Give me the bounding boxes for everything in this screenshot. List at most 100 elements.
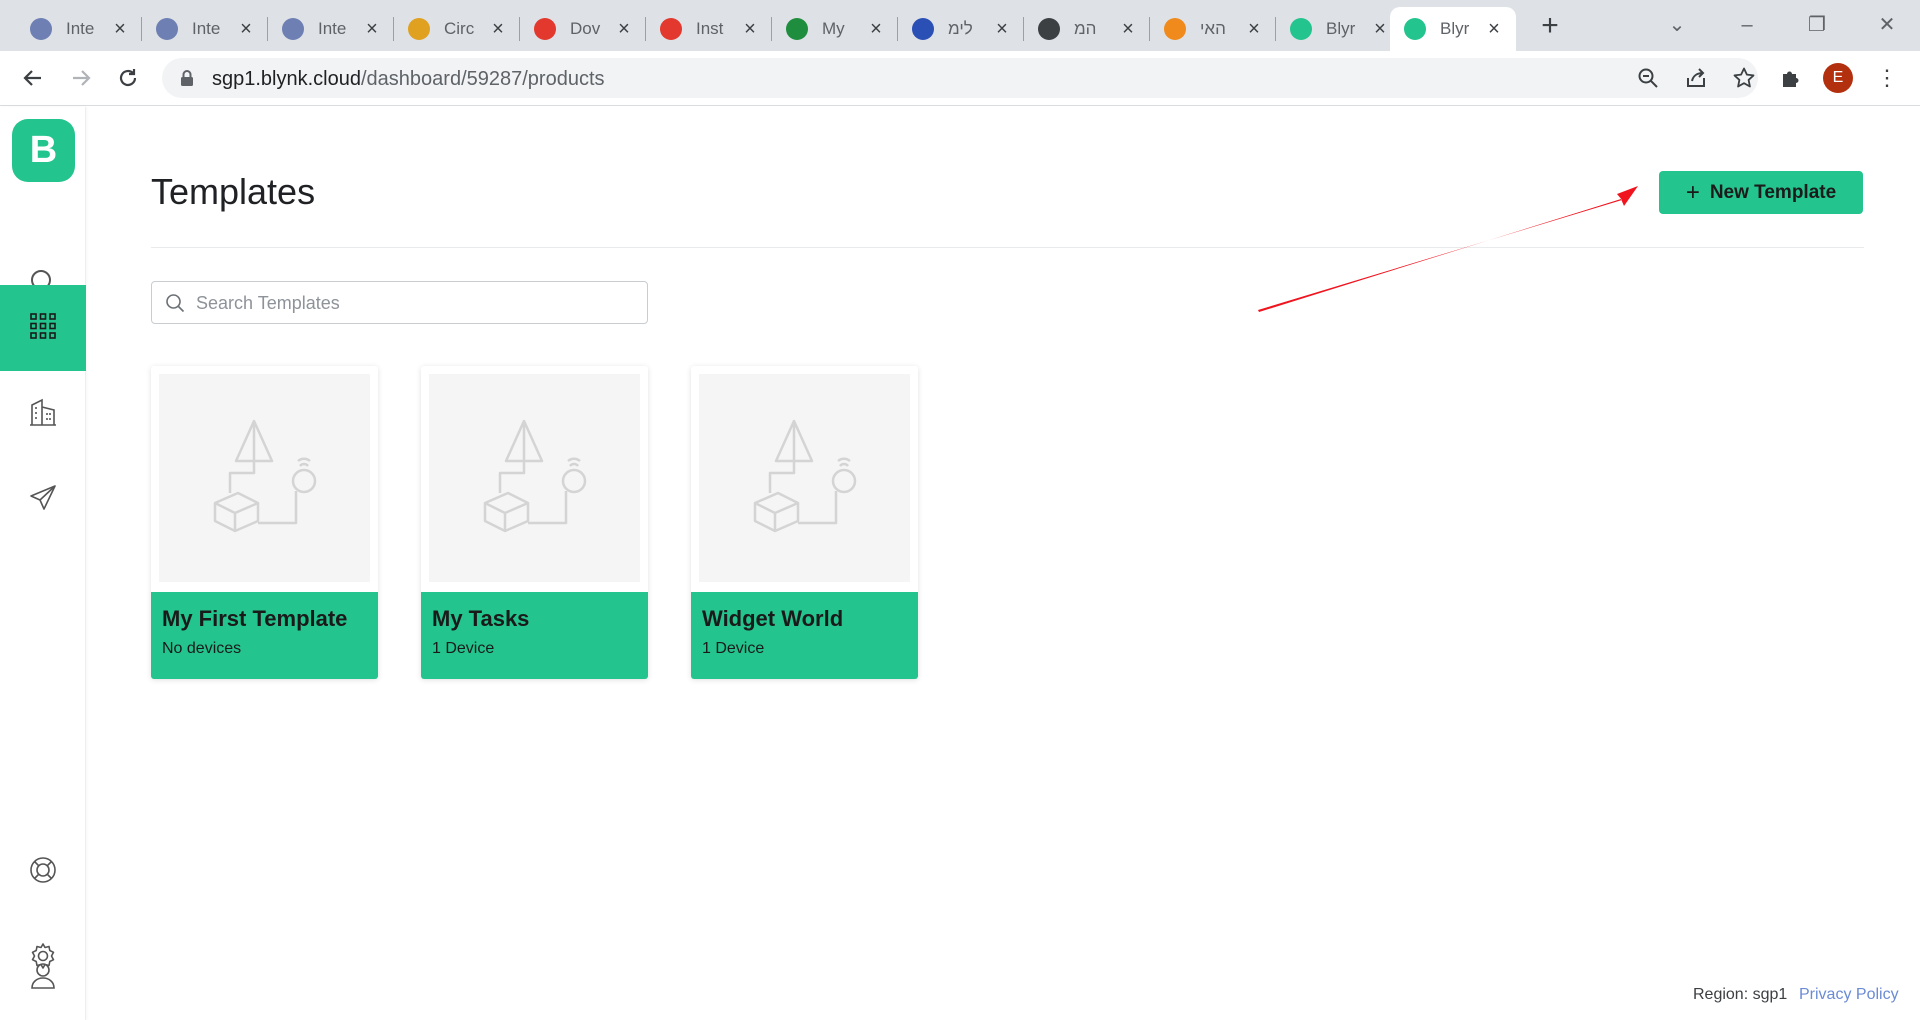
back-arrow-icon[interactable] xyxy=(16,61,50,95)
template-card[interactable]: Widget World 1 Device xyxy=(691,366,918,679)
region-label: Region: sgp1 xyxy=(1693,986,1788,1003)
privacy-policy-link[interactable]: Privacy Policy xyxy=(1799,986,1899,1004)
browser-tab-title: Blyr xyxy=(1326,19,1356,38)
blynk-icon xyxy=(1290,18,1312,40)
search-icon xyxy=(165,293,185,318)
browser-tab[interactable]: Inst × xyxy=(646,7,772,51)
template-card-footer: Widget World 1 Device xyxy=(691,592,918,679)
restore-window-button[interactable]: ❐ xyxy=(1802,10,1832,40)
template-card[interactable]: My Tasks 1 Device xyxy=(421,366,648,679)
close-tab-icon[interactable]: × xyxy=(236,19,256,39)
browser-tab-title: Circ xyxy=(444,19,475,38)
address-url: sgp1.blynk.cloud/dashboard/59287/product… xyxy=(212,68,605,90)
browser-tab[interactable]: Inte × xyxy=(16,7,142,51)
browser-tab-title: Inte xyxy=(192,19,221,38)
browser-tab[interactable]: המ × xyxy=(1024,7,1150,51)
address-bar[interactable]: sgp1.blynk.cloud/dashboard/59287/product… xyxy=(162,58,1758,98)
minimize-window-button[interactable]: – xyxy=(1732,10,1762,40)
pdf-icon xyxy=(660,18,682,40)
template-name: Widget World xyxy=(702,606,844,631)
new-template-button[interactable]: + New Template xyxy=(1659,171,1863,214)
new-tab-button[interactable]: + xyxy=(1534,11,1566,43)
browser-tab[interactable]: Dov × xyxy=(520,7,646,51)
moodle-icon xyxy=(1164,18,1186,40)
browser-tab-strip: Inte × Inte × Inte × Circ × Dov × Inst × My × לימ × המ × ה… xyxy=(0,0,1920,51)
forward-arrow-icon[interactable] xyxy=(64,61,98,95)
browser-tab-title: המ xyxy=(1074,19,1097,38)
close-tab-icon[interactable]: × xyxy=(992,19,1012,39)
browser-tab-title: לימ xyxy=(948,19,973,38)
sidebar-item-templates[interactable] xyxy=(0,285,86,371)
reload-icon[interactable] xyxy=(111,61,145,95)
blynk-icon xyxy=(1404,18,1426,40)
extensions-puzzle-icon[interactable] xyxy=(1779,66,1803,90)
organizations-building-icon xyxy=(28,397,58,432)
sidebar-item-organizations[interactable] xyxy=(0,371,86,457)
page-title: Templates xyxy=(151,171,316,212)
browser-tab[interactable]: Blyr × xyxy=(1276,7,1402,51)
browser-tab-title: Blyr xyxy=(1440,19,1470,38)
template-placeholder-image xyxy=(429,374,640,582)
browser-tab[interactable]: My × xyxy=(772,7,898,51)
zoom-icon[interactable] xyxy=(1636,66,1660,90)
blynk-logo[interactable]: B xyxy=(12,119,75,182)
ru-icon xyxy=(912,18,934,40)
close-tab-icon[interactable]: × xyxy=(488,19,508,39)
sheets-icon xyxy=(786,18,808,40)
tab-search-chevron-icon[interactable]: ⌄ xyxy=(1662,10,1692,40)
template-device-count: No devices xyxy=(162,640,242,657)
sidebar-item-help[interactable] xyxy=(0,829,86,915)
template-device-count: 1 Device xyxy=(702,640,765,657)
lock-icon xyxy=(180,69,194,92)
browser-tab[interactable]: האי × xyxy=(1150,7,1276,51)
template-device-count: 1 Device xyxy=(432,640,495,657)
send-icon xyxy=(28,483,58,518)
browser-tab[interactable]: Circ × xyxy=(394,7,520,51)
bookmark-star-icon[interactable] xyxy=(1732,66,1756,90)
profile-avatar[interactable]: E xyxy=(1823,63,1853,93)
help-lifebuoy-icon xyxy=(28,855,58,890)
header-divider xyxy=(151,247,1864,248)
template-placeholder-image xyxy=(699,374,910,582)
close-tab-icon[interactable]: × xyxy=(740,19,760,39)
template-card[interactable]: My First Template No devices xyxy=(151,366,378,679)
close-tab-icon[interactable]: × xyxy=(614,19,634,39)
close-tab-icon[interactable]: × xyxy=(1118,19,1138,39)
browser-tab-title: Inte xyxy=(66,19,95,38)
search-templates-field[interactable] xyxy=(151,281,648,324)
sidebar: B xyxy=(0,107,86,1020)
browser-tab-title: Dov xyxy=(570,19,601,38)
info-icon xyxy=(30,18,52,40)
search-templates-input[interactable] xyxy=(196,290,636,316)
close-tab-icon[interactable]: × xyxy=(1484,19,1504,39)
info-icon xyxy=(282,18,304,40)
browser-tab[interactable]: לימ × xyxy=(898,7,1024,51)
browser-tab[interactable]: Inte × xyxy=(268,7,394,51)
close-tab-icon[interactable]: × xyxy=(110,19,130,39)
browser-toolbar: sgp1.blynk.cloud/dashboard/59287/product… xyxy=(0,51,1920,106)
browser-tab-title: Inte xyxy=(318,19,347,38)
template-name: My Tasks xyxy=(432,606,530,631)
sidebar-item-profile[interactable] xyxy=(0,934,86,1020)
browser-tab-title: Inst xyxy=(696,19,724,38)
template-card-footer: My Tasks 1 Device xyxy=(421,592,648,679)
browser-tab-title: האי xyxy=(1200,19,1226,38)
template-placeholder-image xyxy=(159,374,370,582)
globe-icon xyxy=(1038,18,1060,40)
share-icon[interactable] xyxy=(1684,66,1708,90)
browser-menu-icon[interactable]: ⋮ xyxy=(1876,65,1898,91)
close-tab-icon[interactable]: × xyxy=(362,19,382,39)
close-tab-icon[interactable]: × xyxy=(1370,19,1390,39)
browser-tab[interactable]: Inte × xyxy=(142,7,268,51)
close-window-button[interactable]: ✕ xyxy=(1872,10,1902,40)
close-tab-icon[interactable]: × xyxy=(866,19,886,39)
template-name: My First Template xyxy=(162,606,348,631)
sidebar-item-messages[interactable] xyxy=(0,457,86,543)
main-content: Templates + New Template My First Templa… xyxy=(86,107,1920,1020)
user-profile-icon xyxy=(28,960,58,995)
browser-tab[interactable]: Blyr × xyxy=(1390,7,1516,51)
close-tab-icon[interactable]: × xyxy=(1244,19,1264,39)
plus-icon: + xyxy=(1685,178,1700,206)
pdf-icon xyxy=(534,18,556,40)
new-template-label: New Template xyxy=(1709,181,1837,203)
